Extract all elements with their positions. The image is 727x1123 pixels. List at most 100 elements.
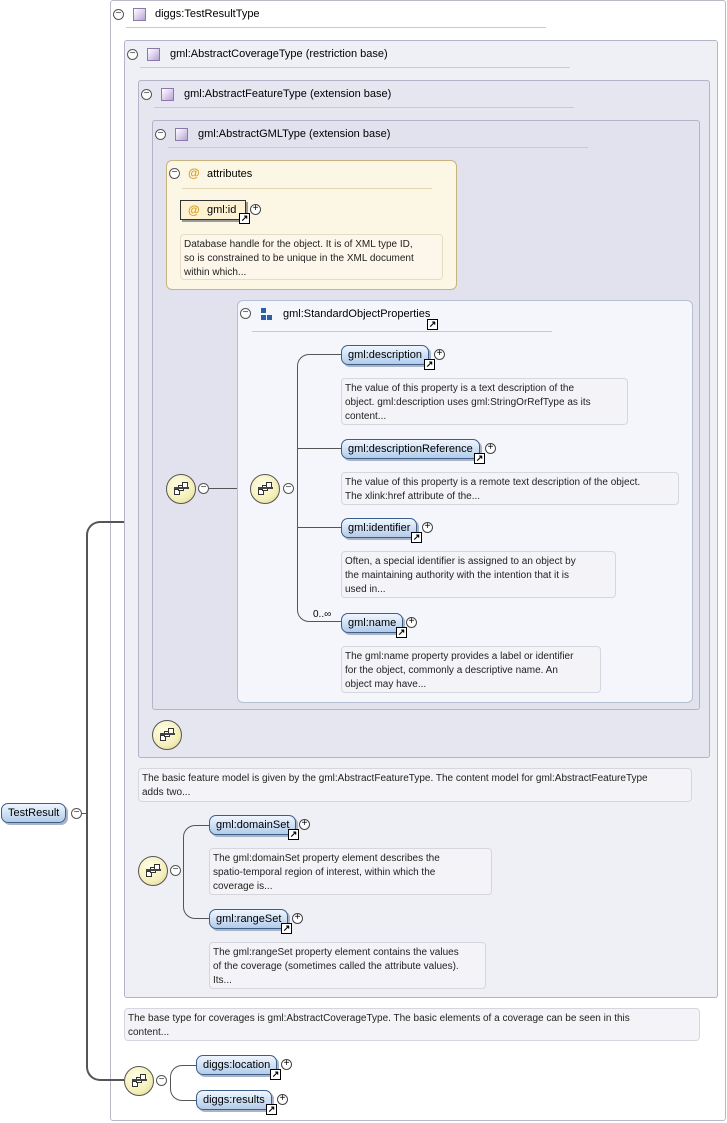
complex-type-icon xyxy=(147,48,160,61)
group-icon xyxy=(259,308,273,322)
collapse-sequence[interactable]: − xyxy=(283,483,294,494)
complex-type-icon xyxy=(175,128,188,141)
expand-gml-range-set[interactable]: + xyxy=(292,913,303,924)
reference-arrow-icon[interactable]: ↗ xyxy=(270,1069,281,1080)
diggs-location-element[interactable]: diggs:location xyxy=(196,1055,278,1075)
doc-line: so is constrained to be unique in the XM… xyxy=(184,253,414,264)
gml-name-element[interactable]: gml:name xyxy=(341,613,404,633)
test-result-type-title: diggs:TestResultType xyxy=(155,8,260,20)
complex-type-icon xyxy=(161,88,174,101)
sequence-compositor-icon[interactable] xyxy=(250,474,280,504)
gml-name-cardinality: 0..∞ xyxy=(313,609,332,620)
expand-gml-description[interactable]: + xyxy=(434,349,445,360)
collapse-standard-object-properties[interactable]: − xyxy=(240,308,251,319)
attribute-at-icon: @ xyxy=(188,203,200,217)
complex-type-icon xyxy=(133,8,146,21)
doc-line: used in... xyxy=(345,584,386,595)
reference-arrow-icon[interactable]: ↗ xyxy=(281,923,292,934)
collapse-sequence[interactable]: − xyxy=(156,1075,167,1086)
standard-object-properties-title: gml:StandardObjectProperties xyxy=(283,308,431,320)
reference-arrow-icon[interactable]: ↗ xyxy=(411,532,422,543)
diggs-results-element[interactable]: diggs:results xyxy=(196,1090,272,1110)
collapse-abstract-feature-type[interactable]: − xyxy=(141,89,152,100)
doc-line: spatio-temporal region of interest, with… xyxy=(213,867,436,878)
tree-connector xyxy=(183,825,209,919)
expand-gml-id[interactable]: + xyxy=(250,204,261,215)
collapse-test-result-type[interactable]: − xyxy=(113,9,124,20)
doc-line: content... xyxy=(128,1027,170,1038)
tree-connector xyxy=(170,1065,196,1101)
doc-line: coverage is... xyxy=(213,881,273,892)
reference-arrow-icon[interactable]: ↗ xyxy=(424,359,435,370)
gml-identifier-doc: Often, a special identifier is assigned … xyxy=(341,551,616,598)
doc-line: The gml:rangeSet property element contai… xyxy=(213,947,459,958)
collapse-attributes[interactable]: − xyxy=(169,168,180,179)
test-result-root-element[interactable]: TestResult xyxy=(1,803,67,823)
reference-arrow-icon[interactable]: ↗ xyxy=(266,1104,277,1115)
doc-line: content... xyxy=(345,411,387,422)
expand-gml-identifier[interactable]: + xyxy=(422,522,433,533)
abstract-gml-type-title: gml:AbstractGMLType (extension base) xyxy=(198,128,391,140)
title-underline xyxy=(126,27,546,28)
sequence-compositor-icon[interactable] xyxy=(124,1066,154,1096)
connector-line xyxy=(297,527,341,528)
collapse-abstract-gml-type[interactable]: − xyxy=(155,129,166,140)
gml-identifier-element[interactable]: gml:identifier xyxy=(341,518,418,538)
abstract-coverage-type-doc: The base type for coverages is gml:Abstr… xyxy=(124,1008,700,1041)
doc-line: Database handle for the object. It is of… xyxy=(184,239,413,250)
connector-line xyxy=(297,448,341,449)
reference-arrow-icon[interactable]: ↗ xyxy=(239,213,250,224)
doc-line: the maintaining authority with the inten… xyxy=(345,570,570,581)
gml-domain-set-element[interactable]: gml:domainSet xyxy=(209,815,297,835)
reference-arrow-icon[interactable]: ↗ xyxy=(396,627,407,638)
title-underline xyxy=(140,67,570,68)
abstract-coverage-type-title: gml:AbstractCoverageType (restriction ba… xyxy=(170,48,388,60)
expand-gml-name[interactable]: + xyxy=(406,617,417,628)
abstract-feature-type-title: gml:AbstractFeatureType (extension base) xyxy=(184,88,392,100)
title-underline xyxy=(182,188,432,189)
doc-line: object may have... xyxy=(345,679,427,690)
abstract-feature-type-doc: The basic feature model is given by the … xyxy=(138,768,692,802)
doc-line: Its... xyxy=(213,975,232,986)
title-underline xyxy=(168,147,588,148)
doc-line: of the coverage (sometimes called the at… xyxy=(213,961,459,972)
root-tree-connector xyxy=(86,521,124,1081)
gml-name-doc: The gml:name property provides a label o… xyxy=(341,646,601,693)
reference-arrow-icon[interactable]: ↗ xyxy=(474,453,485,464)
sequence-compositor-icon[interactable] xyxy=(138,856,168,886)
doc-line: object. gml:description uses gml:StringO… xyxy=(345,397,591,408)
doc-line: for the object, commonly a descriptive n… xyxy=(345,665,558,676)
collapse-sequence[interactable]: − xyxy=(198,483,209,494)
doc-line: The gml:name property provides a label o… xyxy=(345,651,574,662)
reference-arrow-icon[interactable]: ↗ xyxy=(427,319,438,330)
title-underline xyxy=(252,331,552,332)
attribute-at-icon: @ xyxy=(188,166,200,180)
gml-range-set-element[interactable]: gml:rangeSet xyxy=(209,909,289,929)
gml-id-doc: Database handle for the object. It is of… xyxy=(180,234,443,280)
tree-connector xyxy=(297,354,341,622)
collapse-abstract-coverage-type[interactable]: − xyxy=(127,49,138,60)
expand-diggs-location[interactable]: + xyxy=(281,1059,292,1070)
doc-line: The basic feature model is given by the … xyxy=(142,773,648,784)
gml-description-doc: The value of this property is a text des… xyxy=(341,378,628,425)
attributes-title: attributes xyxy=(207,168,253,180)
gml-description-reference-doc: The value of this property is a remote t… xyxy=(341,472,679,505)
title-underline xyxy=(154,107,574,108)
sequence-compositor-icon[interactable] xyxy=(166,474,196,504)
doc-line: The gml:domainSet property element descr… xyxy=(213,853,440,864)
doc-line: Often, a special identifier is assigned … xyxy=(345,556,576,567)
sequence-compositor-icon[interactable] xyxy=(152,720,182,750)
gml-id-label: gml:id xyxy=(207,204,237,216)
expand-gml-description-reference[interactable]: + xyxy=(485,443,496,454)
expand-diggs-results[interactable]: + xyxy=(277,1094,288,1105)
collapse-sequence[interactable]: − xyxy=(170,865,181,876)
doc-line: The value of this property is a remote t… xyxy=(345,477,641,488)
expand-gml-domain-set[interactable]: + xyxy=(299,819,310,830)
collapse-test-result[interactable]: − xyxy=(71,808,82,819)
reference-arrow-icon[interactable]: ↗ xyxy=(288,829,299,840)
doc-line: adds two... xyxy=(142,787,191,798)
gml-domain-set-doc: The gml:domainSet property element descr… xyxy=(209,848,492,895)
gml-description-reference-element[interactable]: gml:descriptionReference xyxy=(341,439,480,459)
gml-description-element[interactable]: gml:description xyxy=(341,345,429,365)
doc-line: The value of this property is a text des… xyxy=(345,383,575,394)
